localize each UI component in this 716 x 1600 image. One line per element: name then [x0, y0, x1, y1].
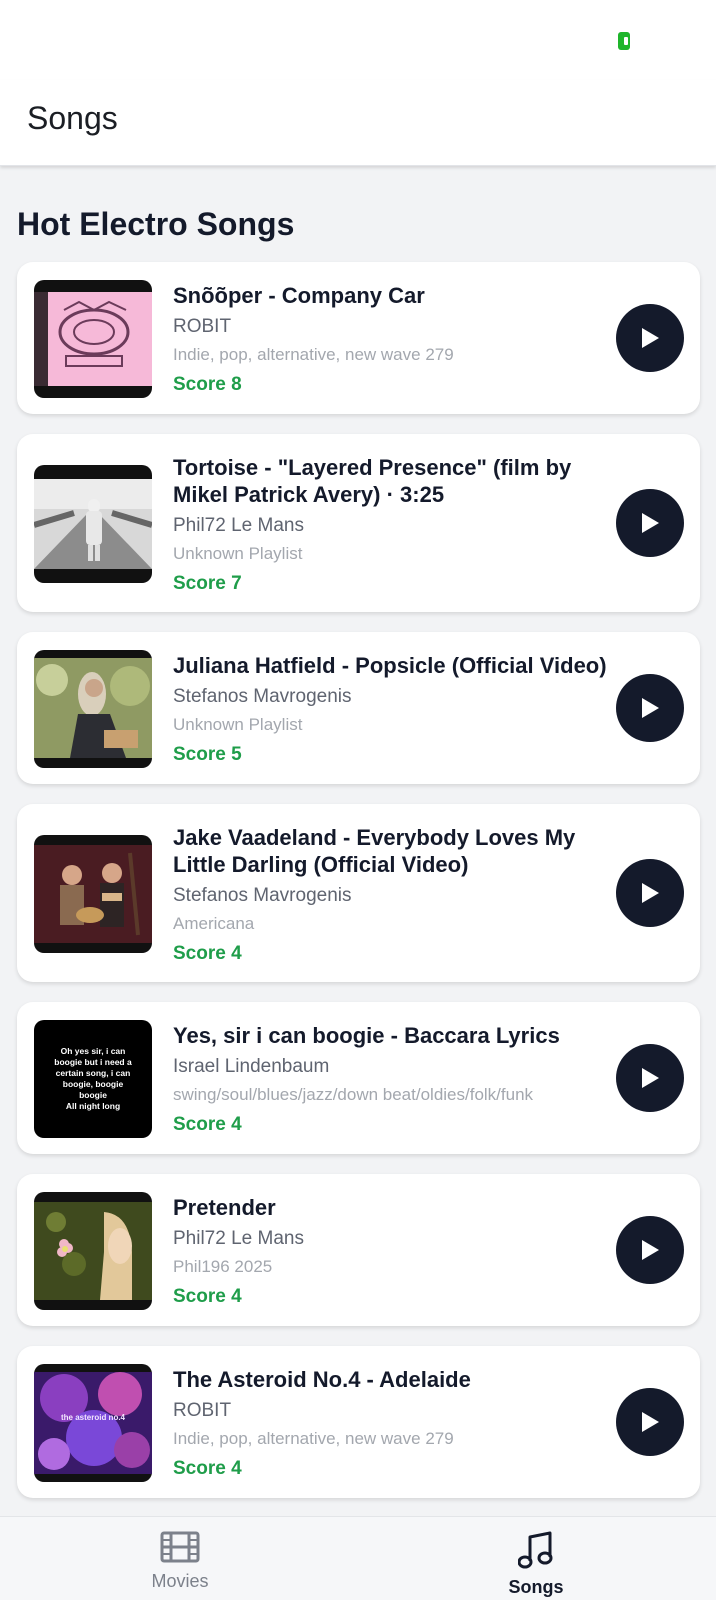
song-score: Score 4 [173, 1114, 242, 1135]
song-title: Yes, sir i can boogie - Baccara Lyrics [173, 1023, 560, 1048]
album-art-thumbnail [34, 835, 152, 953]
thumb-lyric-line: All night long [66, 1101, 120, 1111]
song-artist: Phil72 Le Mans [173, 1228, 304, 1249]
page-title: Songs [27, 100, 118, 136]
play-icon [642, 1240, 659, 1260]
nav-tab-movies[interactable]: Movies [90, 1517, 270, 1600]
film-icon [160, 1531, 200, 1563]
play-icon [642, 698, 659, 718]
play-icon [642, 328, 659, 348]
play-icon [642, 1412, 659, 1432]
thumb-lyric-line: boogie but i need a [54, 1057, 132, 1067]
song-score: Score 4 [173, 943, 242, 964]
thumb-lyric-line: certain song, i can [56, 1068, 131, 1078]
play-button[interactable] [616, 1388, 684, 1456]
song-title: Pretender [173, 1195, 276, 1220]
song-title: Snõõper - Company Car [173, 283, 425, 308]
bottom-navigation: Movies Songs [0, 1516, 716, 1600]
album-art-thumbnail [34, 280, 152, 398]
song-artist: Israel Lindenbaum [173, 1056, 330, 1077]
nav-label-movies: Movies [151, 1571, 209, 1591]
play-button[interactable] [616, 674, 684, 742]
thumb-album-text: the asteroid no.4 [61, 1413, 126, 1422]
song-title: Juliana Hatfield - Popsicle (Official Vi… [173, 653, 607, 678]
song-title: The Asteroid No.4 - Adelaide [173, 1367, 471, 1392]
song-score: Score 4 [173, 1286, 242, 1307]
song-playlist: Indie, pop, alternative, new wave 279 [173, 1429, 454, 1448]
song-card[interactable]: Tortoise - "Layered Presence" (film by M… [17, 434, 700, 612]
song-playlist: swing/soul/blues/jazz/down beat/oldies/f… [173, 1085, 534, 1104]
song-artist: Phil72 Le Mans [173, 515, 304, 536]
play-button[interactable] [616, 304, 684, 372]
thumb-lyric-line: Oh yes sir, i can [61, 1046, 126, 1056]
music-note-icon [518, 1531, 553, 1569]
play-icon [642, 883, 659, 903]
song-score: Score 7 [173, 573, 242, 594]
song-card[interactable]: Oh yes sir, i can boogie but i need a ce… [17, 1002, 700, 1154]
album-art-thumbnail: the asteroid no.4 [34, 1364, 152, 1482]
play-button[interactable] [616, 1044, 684, 1112]
song-card[interactable]: Pretender Phil72 Le Mans Phil196 2025 Sc… [17, 1174, 700, 1326]
song-score: Score 4 [173, 1458, 242, 1479]
song-artist: Stefanos Mavrogenis [173, 686, 352, 707]
song-card[interactable]: Snõõper - Company Car ROBIT Indie, pop, … [17, 262, 700, 414]
song-artist: Stefanos Mavrogenis [173, 885, 352, 906]
album-art-thumbnail [34, 1192, 152, 1310]
song-card[interactable]: the asteroid no.4 The Asteroid No.4 - Ad… [17, 1346, 700, 1498]
song-playlist: Phil196 2025 [173, 1257, 273, 1276]
album-art-thumbnail [34, 465, 152, 583]
song-score: Score 5 [173, 744, 242, 765]
play-button[interactable] [616, 859, 684, 927]
song-playlist: Unknown Playlist [173, 715, 303, 734]
album-art-thumbnail [34, 650, 152, 768]
nav-label-songs: Songs [508, 1577, 564, 1597]
play-button[interactable] [616, 1216, 684, 1284]
song-playlist: Unknown Playlist [173, 544, 303, 563]
album-art-thumbnail: Oh yes sir, i can boogie but i need a ce… [34, 1020, 152, 1138]
song-title: Tortoise - "Layered Presence" (film by M… [173, 455, 572, 507]
song-card[interactable]: Juliana Hatfield - Popsicle (Official Vi… [17, 632, 700, 784]
song-score: Score 8 [173, 374, 242, 395]
section-title: Hot Electro Songs [17, 206, 295, 242]
song-playlist: Americana [173, 914, 255, 933]
song-artist: ROBIT [173, 316, 232, 337]
song-title: Jake Vaadeland - Everybody Loves My Litt… [173, 825, 576, 877]
nav-tab-songs[interactable]: Songs [446, 1517, 626, 1600]
thumb-lyric-line: boogie [79, 1090, 107, 1100]
song-playlist: Indie, pop, alternative, new wave 279 [173, 345, 454, 364]
play-icon [642, 513, 659, 533]
battery-icon [618, 32, 630, 50]
app-bar: Songs [0, 80, 716, 166]
thumb-lyric-line: boogie, boogie [63, 1079, 124, 1089]
status-bar [0, 0, 716, 80]
song-list-container[interactable]: Hot Electro Songs Snõõper - Company Car … [0, 166, 716, 1516]
song-card[interactable]: Jake Vaadeland - Everybody Loves My Litt… [17, 804, 700, 982]
play-button[interactable] [616, 489, 684, 557]
song-artist: ROBIT [173, 1400, 232, 1421]
play-icon [642, 1068, 659, 1088]
